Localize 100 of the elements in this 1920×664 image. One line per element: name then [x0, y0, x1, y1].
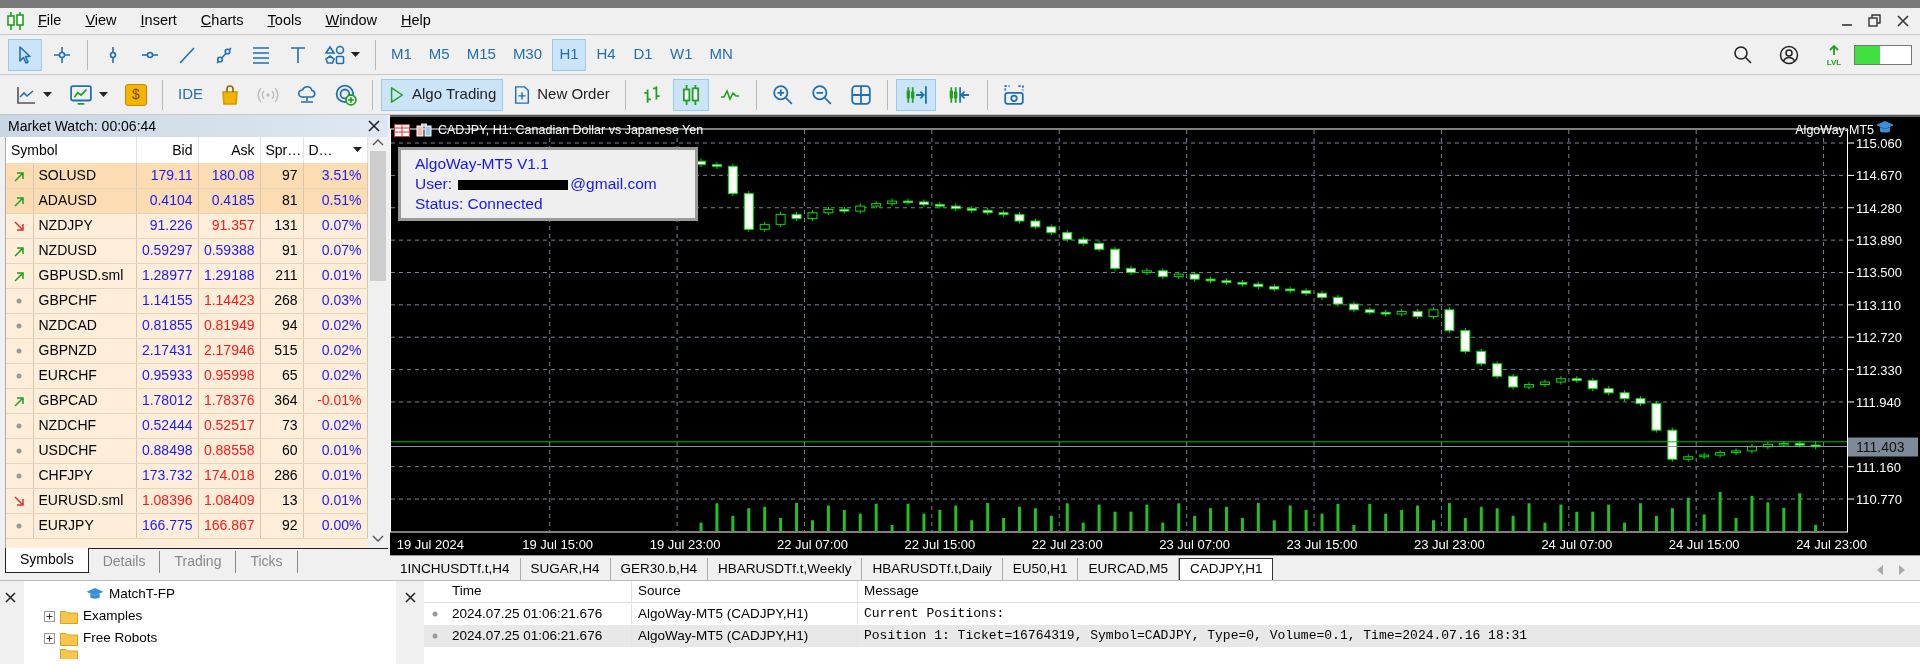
price-label: 111.940 [1856, 394, 1902, 410]
change-cell: 0.01% [303, 488, 367, 513]
ask-cell: 1.29188 [198, 263, 260, 288]
chart-tab[interactable]: HBARUSDTf.t,Daily [862, 558, 1003, 580]
symbol-cell: NZDUSD [33, 238, 136, 263]
chart-tab[interactable]: 1INCHUSDTf.t,H4 [390, 558, 521, 580]
column-header[interactable]: Symbol [6, 137, 136, 163]
panel-tab[interactable]: Symbols [5, 547, 89, 573]
time-label: 22 Jul 23:00 [1031, 537, 1103, 552]
expert-label: AlgoWay-MT5 [1795, 122, 1874, 139]
menu-item[interactable]: View [73, 10, 129, 32]
chart-tab[interactable]: SUGAR,H4 [520, 558, 611, 580]
time-label: 22 Jul 07:00 [777, 537, 848, 552]
bid-cell: 91.226 [136, 213, 198, 238]
log-time: 2024.07.25 01:06:21.676 [451, 604, 604, 623]
bid-cell: 0.95933 [136, 363, 198, 388]
log-row[interactable]: 2024.07.25 01:06:21.676 AlgoWay-MT5 (CADJPY,H1) Position 1: Ticket=16764319, Symbol=CADJPY, Type=0, Volume=0.1, Time=2024.07.16 18:31 [424, 625, 1920, 647]
symbol-row[interactable]: EURJPY 166.775 166.867 92 0.00% [6, 513, 367, 538]
tree-item[interactable]: Examples [83, 605, 143, 627]
menu-item[interactable]: Charts [188, 10, 256, 32]
ask-cell: 1.14423 [198, 288, 260, 313]
time-label: 23 Jul 07:00 [1159, 537, 1231, 552]
chart-tab[interactable]: HBARUSDTf.t,Weekly [708, 558, 863, 580]
menu-item[interactable]: Tools [255, 10, 314, 32]
bid-cell: 166.775 [136, 513, 198, 538]
price-label: 112.720 [1856, 330, 1903, 346]
spread-cell: 97 [260, 163, 303, 188]
change-cell: 3.51% [303, 163, 367, 188]
spread-cell: 92 [260, 513, 303, 538]
bid-cell: 0.52444 [136, 413, 198, 438]
symbol-row[interactable]: ADAUSD 0.4104 0.4185 81 0.51% [6, 188, 367, 213]
change-cell: 0.01% [303, 438, 367, 463]
price-label: 114.280 [1856, 200, 1903, 216]
chart-tab[interactable]: EU50,H1 [1002, 558, 1079, 580]
current-price-tag: 111.403 [1848, 437, 1918, 457]
change-cell: 0.01% [303, 463, 367, 488]
timeframe-button[interactable]: W1 [663, 38, 700, 71]
column-header[interactable]: Source [631, 581, 857, 602]
price-label: 112.330 [1856, 362, 1903, 378]
column-header[interactable]: Bid [136, 137, 198, 163]
symbol-row[interactable]: EURCHF 0.95933 0.95998 65 0.02% [6, 363, 367, 388]
symbol-row[interactable]: NZDUSD 0.59297 0.59388 91 0.07% [6, 238, 367, 263]
symbol-row[interactable]: NZDJPY 91.226 91.357 131 0.07% [6, 213, 367, 238]
symbol-cell: GBPNZD [33, 338, 136, 363]
symbol-row[interactable]: EURUSD.sml 1.08396 1.08409 13 0.01% [6, 488, 367, 513]
log-message: Position 1: Ticket=16764319, Symbol=CADJPY, Type=0, Volume=0.1, Time=2024.07.16 18:31 [857, 626, 1920, 646]
column-header[interactable]: Spr… [260, 137, 303, 163]
bid-cell: 2.17431 [136, 338, 198, 363]
symbol-row[interactable]: GBPCHF 1.14155 1.14423 268 0.03% [6, 288, 367, 313]
menu-item[interactable]: Window [313, 10, 389, 32]
log-row[interactable]: 2024.07.25 01:06:21.676 AlgoWay-MT5 (CADJPY,H1) Current Positions: [424, 603, 1920, 625]
symbol-row[interactable]: SOLUSD 179.11 180.08 97 3.51% [6, 163, 367, 188]
timeframe-button[interactable]: M1 [384, 38, 419, 71]
timeframe-button[interactable]: D1 [626, 38, 661, 71]
timeframe-button[interactable]: M30 [505, 38, 550, 71]
ref-line-label: 111.403 [1856, 438, 1905, 455]
symbol-row[interactable]: NZDCAD 0.81855 0.81949 94 0.02% [6, 313, 367, 338]
spread-cell: 131 [260, 213, 303, 238]
deposit-button[interactable]: $ [118, 78, 154, 111]
timeframe-button[interactable]: H4 [589, 38, 624, 71]
symbol-cell: EURJPY [33, 513, 136, 538]
column-header[interactable]: Message [857, 581, 1920, 602]
ide-button[interactable]: IDE [171, 78, 210, 111]
change-cell: 0.51% [303, 188, 367, 213]
price-label: 114.670 [1856, 168, 1903, 184]
new-order-button[interactable]: New Order [506, 78, 617, 111]
timeframe-button[interactable]: H1 [552, 38, 587, 71]
ask-cell: 0.4185 [198, 188, 260, 213]
tree-item[interactable]: Free Robots [83, 627, 158, 649]
bid-cell: 179.11 [136, 163, 198, 188]
change-cell: 0.07% [303, 213, 367, 238]
chart-tab[interactable]: CADJPY,H1 [1178, 558, 1274, 580]
timeframe-button[interactable]: M15 [459, 38, 503, 71]
time-label: 22 Jul 15:00 [904, 537, 976, 552]
symbol-row[interactable]: GBPCAD 1.78012 1.78376 364 -0.01% [6, 388, 367, 413]
symbol-cell: GBPCAD [33, 388, 136, 413]
column-header[interactable]: Time [446, 581, 631, 602]
ask-cell: 0.95998 [198, 363, 260, 388]
symbol-row[interactable]: CHFJPY 173.732 174.018 286 0.01% [6, 463, 367, 488]
tree-item[interactable]: MatchT-FP [109, 583, 175, 605]
menu-item[interactable]: Help [389, 10, 443, 32]
symbol-row[interactable]: GBPNZD 2.17431 2.17946 515 0.02% [6, 338, 367, 363]
chart-tab[interactable]: GER30.b,H4 [610, 558, 709, 580]
column-header[interactable]: Ask [198, 137, 260, 163]
menu-item[interactable]: File [26, 10, 74, 32]
price-label: 113.500 [1856, 265, 1903, 281]
symbol-row[interactable]: USDCHF 0.88498 0.88558 60 0.01% [6, 438, 367, 463]
symbol-row[interactable]: NZDCHF 0.52444 0.52517 73 0.02% [6, 413, 367, 438]
symbol-cell: CHFJPY [33, 463, 136, 488]
ask-cell: 174.018 [198, 463, 260, 488]
time-label: 19 Jul 23:00 [649, 537, 721, 552]
algo-trading-button[interactable]: Algo Trading [381, 78, 504, 111]
chart-tab[interactable]: EURCAD,M5 [1078, 558, 1179, 580]
timeframe-button[interactable]: MN [702, 38, 740, 71]
price-label: 113.890 [1856, 233, 1903, 249]
symbol-row[interactable]: GBPUSD.sml 1.28977 1.29188 211 0.01% [6, 263, 367, 288]
menu-item[interactable]: Insert [128, 10, 189, 32]
timeframe-button[interactable]: M5 [421, 38, 457, 71]
ask-cell: 166.867 [198, 513, 260, 538]
symbol-cell: NZDJPY [33, 213, 136, 238]
